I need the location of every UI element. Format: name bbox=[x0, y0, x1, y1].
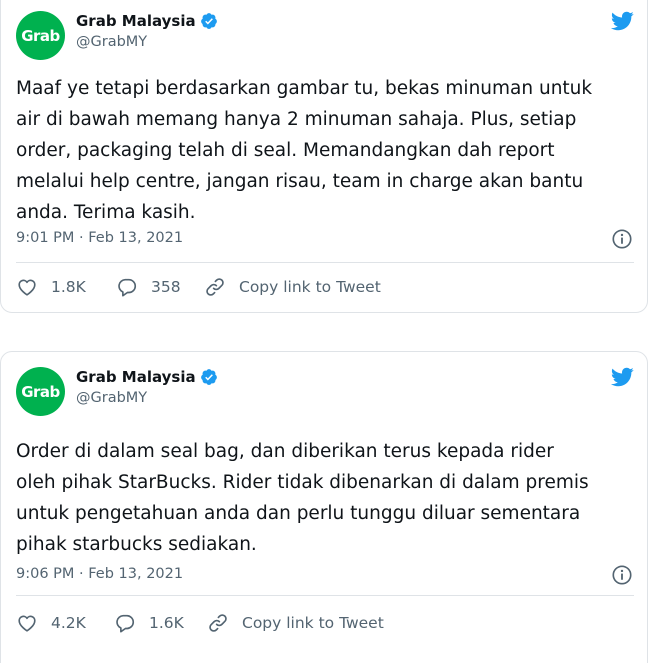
verified-badge-icon bbox=[200, 369, 217, 385]
tweet-timestamp[interactable]: 9:01 PM · Feb 13, 2021 bbox=[16, 230, 183, 246]
author-name[interactable]: Grab Malaysia bbox=[76, 12, 196, 30]
info-icon[interactable] bbox=[611, 564, 633, 586]
verified-badge-icon bbox=[200, 13, 217, 29]
reply-bubble-icon bbox=[118, 278, 137, 297]
tweet-card[interactable]: Grab Grab Malaysia @GrabMY Order di dala… bbox=[0, 351, 648, 663]
author-name-row[interactable]: Grab Malaysia bbox=[76, 12, 218, 30]
author-name[interactable]: Grab Malaysia bbox=[76, 368, 196, 386]
tweet-text-line: order, packaging telah di seal. Memandan… bbox=[16, 140, 555, 161]
heart-icon bbox=[18, 279, 36, 296]
tweet-text: Order di dalam seal bag, dan diberikan t… bbox=[16, 436, 636, 560]
tweet-text-line: melalui help centre, jangan risau, team … bbox=[16, 171, 584, 192]
avatar-logo-text: Grab bbox=[21, 382, 60, 401]
tweet-text-line: anda. Terima kasih. bbox=[16, 202, 196, 223]
tweet-card[interactable]: Grab Grab Malaysia @GrabMY Maaf ye tetap… bbox=[0, 0, 648, 313]
tweet-text-line: Order di dalam seal bag, dan diberikan t… bbox=[16, 441, 554, 462]
reply-button[interactable]: 1.6K bbox=[114, 612, 207, 634]
twitter-bird-icon[interactable] bbox=[608, 9, 636, 33]
heart-icon bbox=[18, 615, 36, 632]
copy-link-label: Copy link to Tweet bbox=[239, 278, 381, 296]
reply-bubble-icon bbox=[116, 614, 135, 633]
like-button[interactable]: 1.8K bbox=[16, 276, 116, 298]
tweet-text-line: Maaf ye tetapi berdasarkan gambar tu, be… bbox=[16, 78, 593, 99]
reply-count: 358 bbox=[151, 278, 181, 296]
reply-count: 1.6K bbox=[149, 614, 184, 632]
info-icon[interactable] bbox=[611, 228, 633, 250]
like-button[interactable]: 4.2K bbox=[16, 612, 114, 634]
tweet-text-line: oleh pihak StarBucks. Rider tidak dibena… bbox=[16, 472, 589, 493]
tweet-text-line: air di bawah memang hanya 2 minuman saha… bbox=[16, 109, 577, 130]
tweet-actions: 1.8K 358 Copy link to Tweet bbox=[16, 272, 381, 302]
twitter-bird-icon[interactable] bbox=[608, 365, 636, 389]
avatar[interactable]: Grab bbox=[16, 367, 65, 416]
tweet-header: Grab Grab Malaysia @GrabMY bbox=[16, 367, 636, 427]
tweet-timestamp[interactable]: 9:06 PM · Feb 13, 2021 bbox=[16, 566, 183, 582]
copy-link-label: Copy link to Tweet bbox=[242, 614, 384, 632]
tweet-header: Grab Grab Malaysia @GrabMY bbox=[16, 11, 636, 71]
copy-link-button[interactable]: Copy link to Tweet bbox=[207, 612, 384, 634]
tweet-actions: 4.2K 1.6K Copy link to Tweet bbox=[16, 608, 384, 638]
tweet-text-line: pihak starbucks sediakan. bbox=[16, 534, 257, 555]
avatar[interactable]: Grab bbox=[16, 11, 65, 60]
tweet-embed-page: Grab Grab Malaysia @GrabMY Maaf ye tetap… bbox=[0, 0, 648, 663]
like-count: 4.2K bbox=[51, 614, 86, 632]
author-handle[interactable]: @GrabMY bbox=[76, 390, 147, 406]
reply-button[interactable]: 358 bbox=[116, 276, 204, 298]
author-handle[interactable]: @GrabMY bbox=[76, 34, 147, 50]
like-count: 1.8K bbox=[51, 278, 86, 296]
divider bbox=[16, 595, 634, 596]
copy-link-button[interactable]: Copy link to Tweet bbox=[204, 276, 381, 298]
tweet-text-line: untuk pengetahuan anda dan perlu tunggu … bbox=[16, 503, 581, 524]
divider bbox=[16, 262, 634, 263]
link-icon bbox=[206, 278, 224, 296]
author-name-row[interactable]: Grab Malaysia bbox=[76, 368, 218, 386]
link-icon bbox=[209, 614, 227, 632]
avatar-logo-text: Grab bbox=[21, 26, 60, 45]
tweet-text: Maaf ye tetapi berdasarkan gambar tu, be… bbox=[16, 73, 636, 228]
